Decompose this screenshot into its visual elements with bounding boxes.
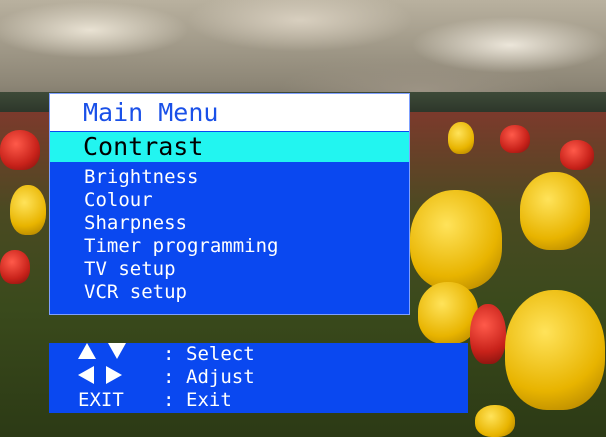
tulip [0, 250, 30, 284]
tulip [0, 130, 40, 170]
tulip [475, 405, 515, 437]
menu-list: Brightness Colour Sharpness Timer progra… [84, 166, 278, 304]
help-row-exit: EXIT : Exit [49, 389, 468, 412]
left-right-arrows [78, 366, 122, 384]
tulip [470, 304, 506, 364]
main-menu-panel: Main Menu Contrast Brightness Colour Sha… [49, 93, 410, 315]
down-arrow-icon [108, 343, 126, 359]
menu-item-brightness[interactable]: Brightness [84, 166, 278, 189]
help-row-select: : Select [49, 343, 468, 366]
left-arrow-icon [78, 366, 94, 384]
help-action-select: Select [186, 343, 255, 365]
help-colon: : [163, 389, 175, 411]
tulip [560, 140, 594, 170]
help-action-exit: Exit [186, 389, 232, 411]
exit-key-label: EXIT [78, 389, 124, 411]
menu-item-colour[interactable]: Colour [84, 189, 278, 212]
menu-title: Main Menu [50, 94, 409, 131]
tv-screen: Main Menu Contrast Brightness Colour Sha… [0, 0, 606, 437]
menu-item-timer-programming[interactable]: Timer programming [84, 235, 278, 258]
tulip [520, 172, 590, 250]
tulip [410, 190, 502, 290]
help-action-adjust: Adjust [186, 366, 255, 388]
help-colon: : [163, 343, 175, 365]
right-arrow-icon [106, 366, 122, 384]
help-colon: : [163, 366, 175, 388]
help-row-adjust: : Adjust [49, 366, 468, 389]
tulip [448, 122, 474, 154]
tulip [418, 282, 478, 344]
menu-item-contrast[interactable]: Contrast [50, 132, 409, 162]
tulip [10, 185, 46, 235]
tulip [505, 290, 605, 410]
menu-item-vcr-setup[interactable]: VCR setup [84, 281, 278, 304]
menu-item-sharpness[interactable]: Sharpness [84, 212, 278, 235]
menu-item-tv-setup[interactable]: TV setup [84, 258, 278, 281]
help-bar: : Select : Adjust EXIT : Exit [49, 343, 468, 413]
tulip [500, 125, 530, 153]
up-down-arrows [78, 343, 126, 359]
up-arrow-icon [78, 343, 96, 359]
